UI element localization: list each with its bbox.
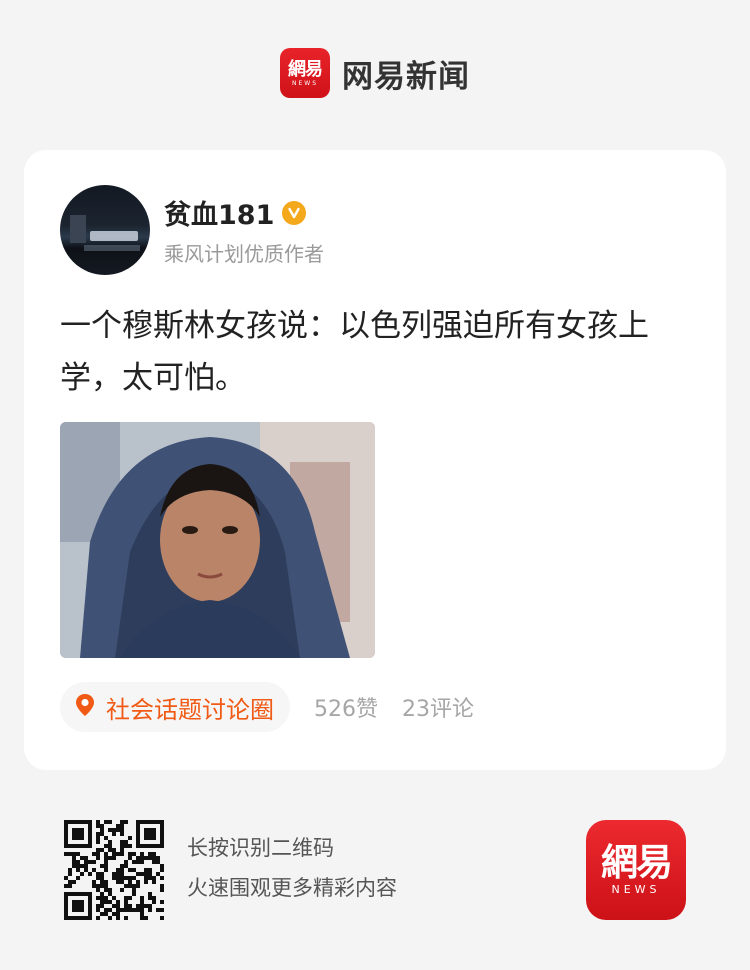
brand-name: 网易新闻 bbox=[342, 58, 470, 95]
qr-code-icon[interactable] bbox=[64, 820, 164, 920]
post-text: 一个穆斯林女孩说：以色列强迫所有女孩上学，太可怕。 bbox=[60, 308, 649, 396]
logo-subtext: NEWS bbox=[291, 79, 319, 87]
post-card: 贫血181 乘风计划优质作者 一个穆斯林女孩说：以色列强迫所有女孩上学，太可怕。 bbox=[24, 150, 726, 770]
logo-text: 網易 bbox=[288, 58, 323, 80]
comment-count: 23评论 bbox=[402, 697, 474, 722]
author-block[interactable]: 贫血181 乘风计划优质作者 bbox=[60, 185, 324, 275]
post-footer: 社会话题讨论圈 526赞 23评论 bbox=[60, 682, 474, 732]
avatar[interactable] bbox=[60, 185, 150, 275]
netease-app-logo-icon: 網易 NEWS bbox=[586, 820, 686, 920]
location-pin-icon bbox=[72, 692, 98, 722]
author-info: 贫血181 乘风计划优质作者 bbox=[164, 193, 324, 267]
cta-line-1: 长按识别二维码 bbox=[187, 836, 334, 860]
author-name[interactable]: 贫血181 bbox=[164, 193, 274, 232]
logo-big-text: 網易 bbox=[601, 841, 673, 884]
netease-logo-icon: 網易 NEWS bbox=[280, 48, 330, 98]
post-image[interactable] bbox=[60, 422, 375, 658]
cta-line-2: 火速围观更多精彩内容 bbox=[187, 876, 397, 900]
like-count: 526赞 bbox=[314, 697, 378, 722]
topic-label: 社会话题讨论圈 bbox=[106, 695, 274, 724]
brand-header: 網易 NEWS 网易新闻 bbox=[0, 48, 750, 98]
verified-icon bbox=[282, 200, 307, 225]
topic-chip[interactable]: 社会话题讨论圈 bbox=[60, 682, 290, 732]
author-title: 乘风计划优质作者 bbox=[164, 242, 324, 266]
cta-text: 长按识别二维码 火速围观更多精彩内容 bbox=[187, 828, 397, 908]
logo-big-subtext: NEWS bbox=[611, 883, 661, 896]
author-name-row: 贫血181 bbox=[164, 193, 324, 232]
